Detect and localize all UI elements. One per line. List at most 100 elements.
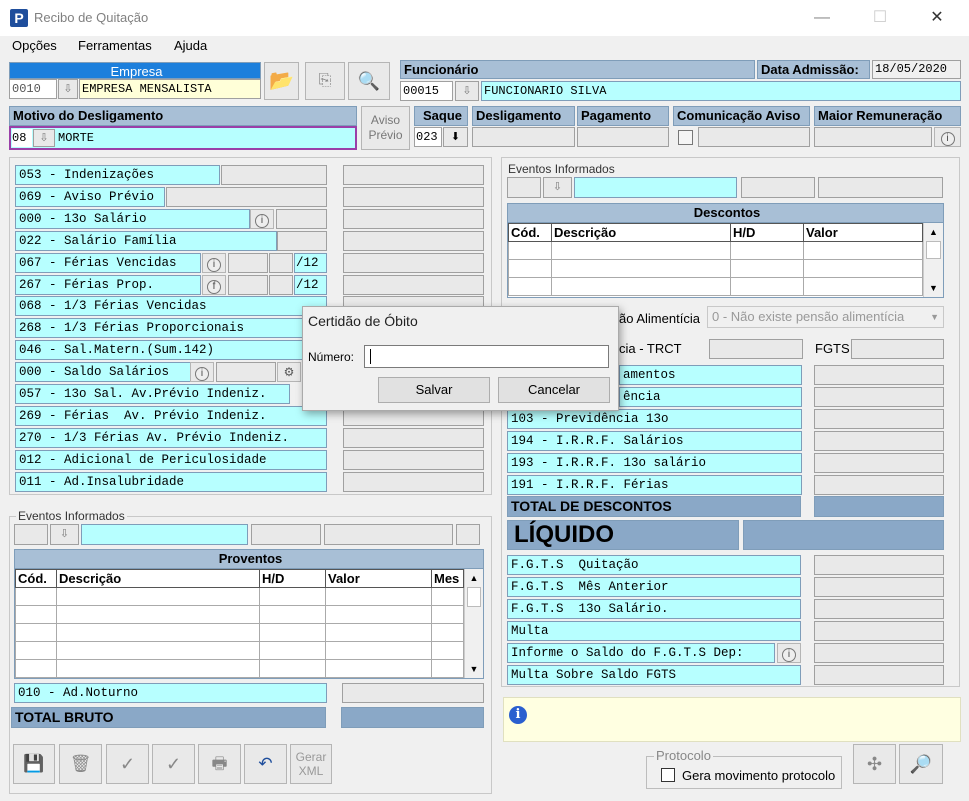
protocolo-checkbox[interactable]: [661, 768, 675, 782]
fgts-row-value[interactable]: [814, 599, 944, 619]
list-item-ref[interactable]: [166, 187, 327, 207]
folder-open-icon[interactable]: 📂: [264, 62, 299, 100]
search-person-icon[interactable]: 🔍: [348, 62, 390, 100]
menu-ferramentas[interactable]: Ferramentas: [78, 38, 152, 53]
fgts-row-value[interactable]: [814, 665, 944, 685]
col-valor[interactable]: Valor: [803, 223, 923, 242]
days-field[interactable]: [228, 275, 268, 295]
noturno-value[interactable]: [342, 683, 484, 703]
list-item-value[interactable]: [814, 453, 944, 473]
months-field[interactable]: [269, 275, 293, 295]
descontos-grid[interactable]: Descontos Cód. Descrição H/D Valor ▲ ▼: [507, 203, 944, 298]
months-field[interactable]: [269, 253, 293, 273]
eventos-left-lookup-icon[interactable]: ⇩: [50, 524, 79, 545]
menu-ajuda[interactable]: Ajuda: [174, 38, 207, 53]
copy-icon[interactable]: ⎘: [305, 62, 345, 100]
gerar-xml-button[interactable]: Gerar XML: [290, 744, 332, 784]
eventos-left-mes[interactable]: [456, 524, 480, 545]
list-item-value[interactable]: [814, 365, 944, 385]
maior-remuneracao-field[interactable]: [814, 127, 932, 147]
menu-opcoes[interactable]: Opções: [12, 38, 57, 53]
list-item-value[interactable]: [343, 450, 484, 470]
descontos-table[interactable]: Cód. Descrição H/D Valor: [508, 223, 923, 296]
scroll-down-icon[interactable]: ▼: [465, 660, 483, 678]
motivo-lookup-icon[interactable]: ⇩: [33, 129, 55, 147]
eventos-right-lookup-icon[interactable]: ⇩: [543, 177, 572, 198]
proventos-table[interactable]: Cód. Descrição H/D Valor Mes: [15, 569, 464, 678]
maximize-icon[interactable]: ☐: [865, 6, 895, 30]
eventos-left-code[interactable]: [14, 524, 48, 545]
scroll-thumb[interactable]: [467, 587, 481, 607]
eventos-right-valor[interactable]: [818, 177, 943, 198]
col-hd[interactable]: H/D: [259, 569, 326, 588]
fgts-row-value[interactable]: [814, 577, 944, 597]
list-item-value[interactable]: [814, 387, 944, 407]
col-descricao[interactable]: Descrição: [551, 223, 731, 242]
fgts-row-value[interactable]: [814, 643, 944, 663]
print-icon[interactable]: 🖶: [198, 744, 241, 784]
check-icon[interactable]: ✓: [106, 744, 149, 784]
pensao-select[interactable]: 0 - Não existe pensão alimentícia ▼: [707, 306, 944, 328]
list-item-ref[interactable]: [221, 165, 327, 185]
salvar-button[interactable]: Salvar: [378, 377, 490, 403]
settings-icon[interactable]: ✣: [853, 744, 896, 784]
cancelar-button[interactable]: Cancelar: [498, 377, 610, 403]
admissao-field[interactable]: 18/05/2020: [872, 60, 961, 79]
list-item-value[interactable]: [814, 475, 944, 495]
minimize-icon[interactable]: —: [807, 6, 837, 30]
table-row[interactable]: [15, 605, 464, 624]
list-item-value[interactable]: [343, 253, 484, 273]
eventos-right-code[interactable]: [507, 177, 541, 198]
col-valor[interactable]: Valor: [325, 569, 432, 588]
list-item-value[interactable]: [814, 409, 944, 429]
proventos-grid[interactable]: Proventos Cód. Descrição H/D Valor Mes ▲…: [14, 549, 484, 679]
confirm-icon[interactable]: ✓: [152, 744, 195, 784]
aviso-previo-button[interactable]: Aviso Prévio: [361, 106, 410, 150]
table-row[interactable]: [508, 241, 923, 260]
funcionario-code-field[interactable]: 00015: [400, 81, 453, 101]
col-cod[interactable]: Cód.: [15, 569, 57, 588]
comunicacao-checkbox[interactable]: [678, 130, 693, 145]
proventos-scrollbar[interactable]: ▲ ▼: [464, 569, 483, 678]
table-row[interactable]: [15, 623, 464, 642]
saque-lookup-icon[interactable]: ⬇: [443, 127, 468, 147]
list-item-value[interactable]: [343, 472, 484, 492]
list-item-value[interactable]: [343, 275, 484, 295]
scroll-thumb[interactable]: [926, 241, 941, 259]
numero-input[interactable]: [364, 345, 609, 368]
list-item-value[interactable]: [343, 231, 484, 251]
table-row[interactable]: [15, 659, 464, 678]
ferias-prop-info-icon[interactable]: f: [202, 275, 226, 295]
eventos-right-hd[interactable]: [741, 177, 815, 198]
list-item-value[interactable]: [343, 187, 484, 207]
col-cod[interactable]: Cód.: [508, 223, 552, 242]
table-row[interactable]: [15, 587, 464, 606]
days-field[interactable]: [228, 253, 268, 273]
delete-icon[interactable]: 🗑: [59, 744, 102, 784]
funcionario-lookup-icon[interactable]: ⇩: [455, 81, 479, 101]
ferias-vencidas-info-icon[interactable]: i: [202, 253, 226, 273]
scroll-down-icon[interactable]: ▼: [924, 279, 943, 297]
descontos-scrollbar[interactable]: ▲ ▼: [923, 223, 943, 297]
col-descricao[interactable]: Descrição: [56, 569, 260, 588]
empresa-lookup-icon[interactable]: ⇩: [58, 79, 78, 99]
row-info-icon[interactable]: i: [250, 209, 274, 229]
comunicacao-field[interactable]: [698, 127, 810, 147]
list-item-ref[interactable]: [277, 231, 327, 251]
eventos-left-hd[interactable]: [251, 524, 321, 545]
list-item-value[interactable]: [343, 428, 484, 448]
list-item-ref[interactable]: [216, 362, 276, 382]
saque-code-field[interactable]: 023: [414, 127, 442, 147]
trct-field[interactable]: [709, 339, 803, 359]
motivo-code-field[interactable]: 08: [12, 129, 32, 147]
table-row[interactable]: [508, 259, 923, 278]
fgts-field[interactable]: [851, 339, 944, 359]
pagamento-field[interactable]: [577, 127, 669, 147]
undo-icon[interactable]: ↶: [244, 744, 287, 784]
list-item-ref[interactable]: [276, 209, 327, 229]
list-item-value[interactable]: [343, 209, 484, 229]
save-icon[interactable]: 💾: [13, 744, 55, 784]
calc-icon[interactable]: ⚙: [277, 362, 301, 382]
table-row[interactable]: [15, 641, 464, 660]
fgts-row-value[interactable]: [814, 555, 944, 575]
